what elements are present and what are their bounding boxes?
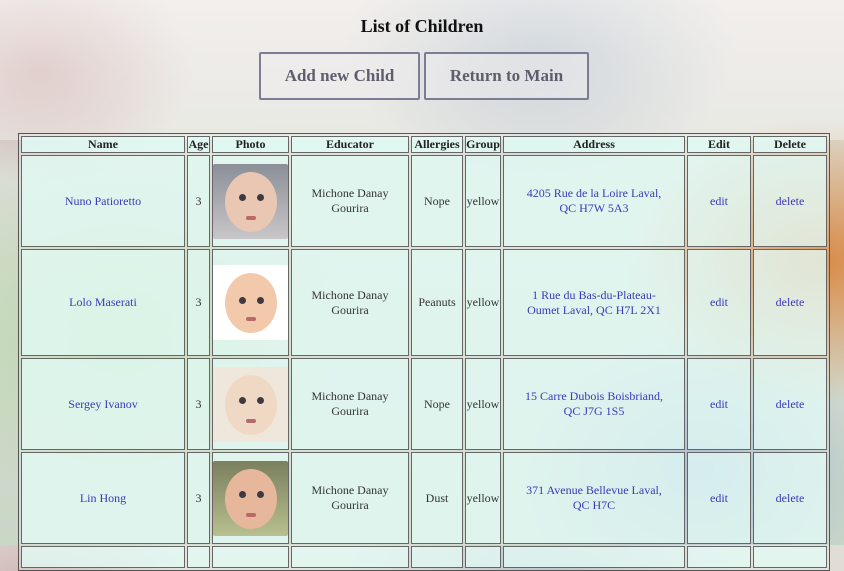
- table-row: Nuno Patioretto 3 Michone Danay Gourira …: [21, 155, 827, 247]
- edit-link[interactable]: edit: [710, 295, 728, 309]
- edit-link[interactable]: edit: [710, 491, 728, 505]
- address-cell: 4205 Rue de la Loire Laval, QC H7W 5A3: [503, 155, 685, 247]
- return-to-main-button[interactable]: Return to Main: [424, 52, 589, 100]
- edit-link[interactable]: edit: [710, 397, 728, 411]
- group-value: yellow: [465, 452, 501, 544]
- child-age: 3: [187, 249, 210, 356]
- child-age: 3: [187, 155, 210, 247]
- child-photo-icon: [213, 366, 288, 442]
- child-age: 3: [187, 358, 210, 450]
- children-table: Name Age Photo Educator Allergies Group …: [18, 133, 830, 571]
- educator-name: Michone Danay Gourira: [291, 452, 409, 544]
- table-row-partial: [21, 546, 827, 568]
- table-row: Sergey Ivanov 3 Michone Danay Gourira No…: [21, 358, 827, 450]
- table-header-row: Name Age Photo Educator Allergies Group …: [21, 136, 827, 153]
- child-photo-icon: [213, 460, 288, 536]
- child-name: Lin Hong: [21, 452, 185, 544]
- child-photo-cell: [212, 155, 289, 247]
- allergies-value: Nope: [411, 358, 463, 450]
- edit-cell: edit: [687, 358, 751, 450]
- delete-link[interactable]: delete: [776, 491, 805, 505]
- column-header-name: Name: [21, 136, 185, 153]
- educator-name: Michone Danay Gourira: [291, 155, 409, 247]
- column-header-educator: Educator: [291, 136, 409, 153]
- child-name: Sergey Ivanov: [21, 358, 185, 450]
- group-value: yellow: [465, 155, 501, 247]
- address-cell: 1 Rue du Bas-du-Plateau-Oumet Laval, QC …: [503, 249, 685, 356]
- child-name-text: Nuno Patioretto: [64, 193, 142, 208]
- group-value: yellow: [465, 249, 501, 356]
- allergies-value: Peanuts: [411, 249, 463, 356]
- allergies-value: Nope: [411, 155, 463, 247]
- edit-link[interactable]: edit: [710, 194, 728, 208]
- delete-cell: delete: [753, 249, 827, 356]
- table-row: Lin Hong 3 Michone Danay Gourira Dust ye…: [21, 452, 827, 544]
- delete-cell: delete: [753, 358, 827, 450]
- child-name-text: Lolo Maserati: [69, 295, 137, 309]
- column-header-address: Address: [503, 136, 685, 153]
- educator-name: Michone Danay Gourira: [291, 249, 409, 356]
- add-child-button[interactable]: Add new Child: [259, 52, 420, 100]
- address-cell: 15 Carre Dubois Boisbriand, QC J7G 1S5: [503, 358, 685, 450]
- delete-link[interactable]: delete: [776, 397, 805, 411]
- educator-name: Michone Danay Gourira: [291, 358, 409, 450]
- edit-cell: edit: [687, 452, 751, 544]
- delete-link[interactable]: delete: [776, 295, 805, 309]
- group-value: yellow: [465, 358, 501, 450]
- column-header-delete: Delete: [753, 136, 827, 153]
- child-photo-cell: [212, 452, 289, 544]
- child-name-text: Lin Hong: [79, 490, 127, 505]
- column-header-photo: Photo: [212, 136, 289, 153]
- allergies-value: Dust: [411, 452, 463, 544]
- address-text: 1 Rue du Bas-du-Plateau-Oumet Laval, QC …: [527, 287, 661, 317]
- child-photo-icon: [213, 265, 288, 340]
- child-age: 3: [187, 452, 210, 544]
- table-row: Lolo Maserati 3 Michone Danay Gourira Pe…: [21, 249, 827, 356]
- child-name: Nuno Patioretto: [21, 155, 185, 247]
- column-header-allergies: Allergies: [411, 136, 463, 153]
- edit-cell: edit: [687, 155, 751, 247]
- column-header-age: Age: [187, 136, 210, 153]
- delete-cell: delete: [753, 452, 827, 544]
- address-text: 15 Carre Dubois Boisbriand, QC J7G 1S5: [525, 389, 663, 418]
- child-name: Lolo Maserati: [21, 249, 185, 356]
- child-photo-icon: [213, 163, 288, 239]
- child-photo-cell: [212, 249, 289, 356]
- address-text: 371 Avenue Bellevue Laval, QC H7C: [526, 483, 662, 512]
- edit-cell: edit: [687, 249, 751, 356]
- delete-cell: delete: [753, 155, 827, 247]
- child-name-text: Sergey Ivanov: [68, 396, 138, 411]
- delete-link[interactable]: delete: [776, 194, 805, 208]
- column-header-edit: Edit: [687, 136, 751, 153]
- address-cell: 371 Avenue Bellevue Laval, QC H7C: [503, 452, 685, 544]
- address-text: 4205 Rue de la Loire Laval, QC H7W 5A3: [526, 186, 662, 215]
- column-header-group: Group: [465, 136, 501, 153]
- page-title: List of Children: [360, 16, 484, 36]
- child-photo-cell: [212, 358, 289, 450]
